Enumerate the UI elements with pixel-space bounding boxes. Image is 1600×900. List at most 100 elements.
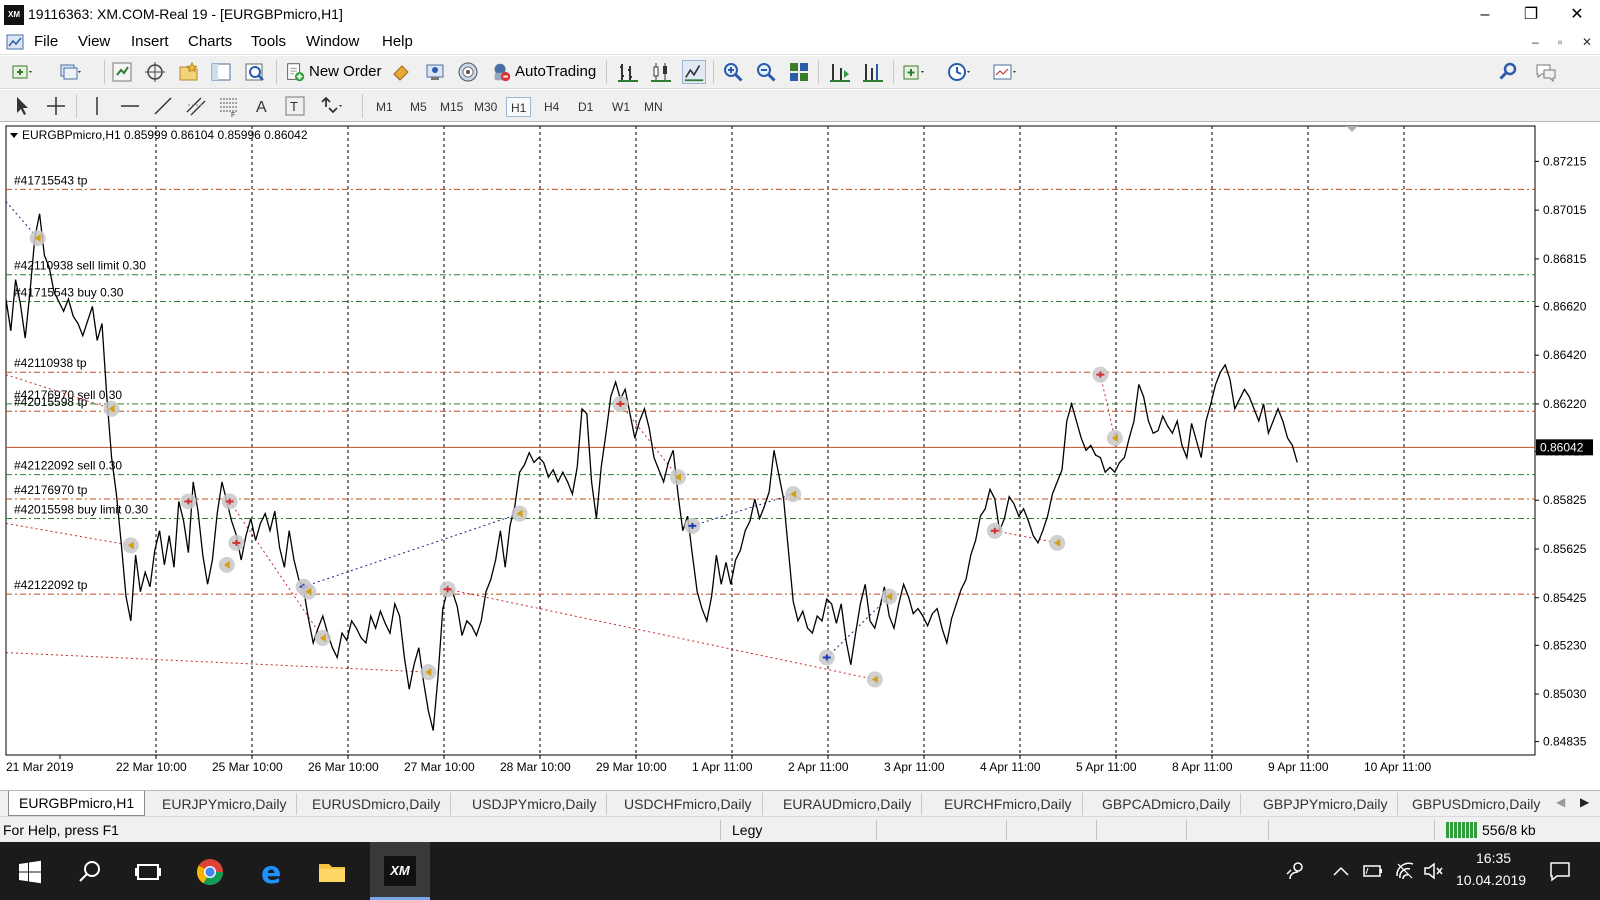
chart-shift-icon[interactable]: [861, 60, 885, 84]
autotrading-label: AutoTrading: [515, 63, 597, 80]
mdi-close-button[interactable]: ✕: [1582, 35, 1592, 49]
chart-canvas[interactable]: 21 Mar 2019 22 Mar 10:00 25 Mar 10:00 26 Ma…: [0, 123, 1600, 790]
menu-help[interactable]: Help: [382, 33, 413, 50]
connection-bars-icon: [1446, 822, 1477, 838]
time-axis-label: 9 Apr 11:00: [1268, 760, 1329, 774]
chrome-icon[interactable]: [194, 856, 226, 888]
svg-text:F: F: [231, 112, 235, 118]
taskbar-time[interactable]: 16:35: [1476, 850, 1511, 866]
fibonacci-icon[interactable]: F: [217, 94, 241, 118]
order-line-label: #42110938 tp: [14, 356, 87, 370]
tab-scroll-right-icon[interactable]: ▶: [1580, 795, 1589, 809]
wifi-icon[interactable]: [1394, 860, 1416, 882]
close-button[interactable]: ✕: [1554, 0, 1600, 30]
notifications-icon[interactable]: [1548, 859, 1572, 883]
candlesticks-icon[interactable]: [649, 60, 673, 84]
tile-windows-icon[interactable]: [787, 60, 811, 84]
people-icon[interactable]: [1284, 859, 1308, 883]
price-chart[interactable]: 21 Mar 2019 22 Mar 10:00 25 Mar 10:00 26 Ma…: [0, 123, 1600, 790]
timeframe-m15[interactable]: M15: [436, 97, 467, 117]
new-chart-icon[interactable]: [10, 60, 34, 84]
trendline-icon[interactable]: [151, 94, 175, 118]
chat-icon[interactable]: [1534, 60, 1558, 84]
text-label-icon[interactable]: T: [283, 94, 307, 118]
search-icon[interactable]: [1496, 60, 1520, 84]
menu-window[interactable]: Window: [306, 33, 359, 50]
arrows-icon[interactable]: [318, 94, 342, 118]
tab-gbpcadmicro-daily[interactable]: GBPCADmicro,Daily: [1092, 793, 1242, 815]
new-order-button[interactable]: New Order: [282, 59, 386, 85]
templates-icon[interactable]: [992, 60, 1016, 84]
line-studies-toolbar: F A T M1 M5 M15 M30 H1 H4 D1 W1 MN: [0, 90, 1600, 122]
menu-file[interactable]: File: [34, 33, 58, 50]
maximize-button[interactable]: ❐: [1508, 0, 1554, 30]
metaeditor-icon[interactable]: [390, 60, 414, 84]
tab-euraudmicro-daily[interactable]: EURAUDmicro,Daily: [773, 793, 923, 815]
tab-usdchfmicro-daily[interactable]: USDCHFmicro,Daily: [614, 793, 763, 815]
vertical-line-icon[interactable]: [85, 94, 109, 118]
tab-gbpusdmicro-daily[interactable]: GBPUSDmicro,Daily: [1402, 793, 1550, 815]
timeframe-h4[interactable]: H4: [540, 97, 563, 117]
timeframe-mn[interactable]: MN: [640, 97, 667, 117]
file-explorer-icon[interactable]: [316, 856, 348, 888]
navigator-icon[interactable]: [176, 60, 200, 84]
autotrading-button[interactable]: AutoTrading: [488, 59, 600, 85]
tab-eurusdmicro-daily[interactable]: EURUSDmicro,Daily: [302, 793, 452, 815]
timeframe-m1[interactable]: M1: [372, 97, 397, 117]
chevron-up-icon[interactable]: [1332, 863, 1350, 879]
market-watch-icon[interactable]: [110, 60, 134, 84]
xm-app-icon: XM: [384, 856, 416, 886]
time-axis-label: 2 Apr 11:00: [788, 760, 849, 774]
timeframe-m5[interactable]: M5: [406, 97, 431, 117]
menu-insert[interactable]: Insert: [131, 33, 169, 50]
taskbar-date[interactable]: 10.04.2019: [1456, 872, 1526, 888]
zoom-out-icon[interactable]: [754, 60, 778, 84]
strategy-tester-icon[interactable]: [243, 60, 267, 84]
timeframe-w1[interactable]: W1: [608, 97, 634, 117]
signals-icon[interactable]: [423, 60, 447, 84]
time-axis-label: 5 Apr 11:00: [1076, 760, 1137, 774]
task-view-icon[interactable]: [132, 856, 164, 888]
periods-icon[interactable]: [946, 60, 970, 84]
search-taskbar-icon[interactable]: [74, 856, 106, 888]
text-icon[interactable]: A: [250, 94, 274, 118]
menu-view[interactable]: View: [78, 33, 110, 50]
taskbar-xm-app[interactable]: XM: [370, 842, 430, 900]
channel-icon[interactable]: [184, 94, 208, 118]
tab-eurchfmicro-daily[interactable]: EURCHFmicro,Daily: [934, 793, 1083, 815]
start-icon[interactable]: [14, 856, 46, 888]
status-separator: [1186, 820, 1187, 840]
edge-icon[interactable]: e: [256, 856, 288, 888]
time-axis-label: 29 Mar 10:00: [596, 760, 667, 774]
data-window-icon[interactable]: [143, 60, 167, 84]
line-chart-icon[interactable]: [682, 60, 706, 84]
menu-charts[interactable]: Charts: [188, 33, 232, 50]
volume-muted-icon[interactable]: [1422, 860, 1444, 882]
tab-gbpjpymicro-daily[interactable]: GBPJPYmicro,Daily: [1253, 793, 1399, 815]
tab-eurgbpmicro-h1[interactable]: EURGBPmicro,H1: [8, 791, 146, 816]
horizontal-line-icon[interactable]: [118, 94, 142, 118]
bar-chart-icon[interactable]: [616, 60, 640, 84]
zoom-in-icon[interactable]: [721, 60, 745, 84]
indicators-icon[interactable]: [901, 60, 925, 84]
profiles-icon[interactable]: [58, 60, 82, 84]
terminal-icon[interactable]: [209, 60, 233, 84]
timeframe-h1[interactable]: H1: [506, 97, 532, 117]
menu-tools[interactable]: Tools: [251, 33, 286, 50]
crosshair-icon[interactable]: [44, 94, 68, 118]
mdi-restore-button[interactable]: ▫: [1558, 35, 1562, 49]
timeframe-d1[interactable]: D1: [574, 97, 597, 117]
timeframe-m30[interactable]: M30: [470, 97, 501, 117]
minimize-button[interactable]: –: [1462, 0, 1508, 30]
order-line-label: #41715543 tp: [14, 173, 88, 187]
battery-icon[interactable]: [1362, 862, 1384, 880]
status-profile[interactable]: Legy: [732, 822, 762, 838]
tab-eurjpymicro-daily[interactable]: EURJPYmicro,Daily: [152, 793, 298, 815]
tab-usdjpymicro-daily[interactable]: USDJPYmicro,Daily: [462, 793, 608, 815]
tab-scroll-left-icon[interactable]: ◀: [1556, 795, 1565, 809]
market-icon[interactable]: [456, 60, 480, 84]
mdi-minimize-button[interactable]: –: [1532, 35, 1539, 49]
price-axis-label: 0.86620: [1543, 299, 1587, 313]
cursor-icon[interactable]: [10, 94, 34, 118]
auto-scroll-icon[interactable]: [828, 60, 852, 84]
